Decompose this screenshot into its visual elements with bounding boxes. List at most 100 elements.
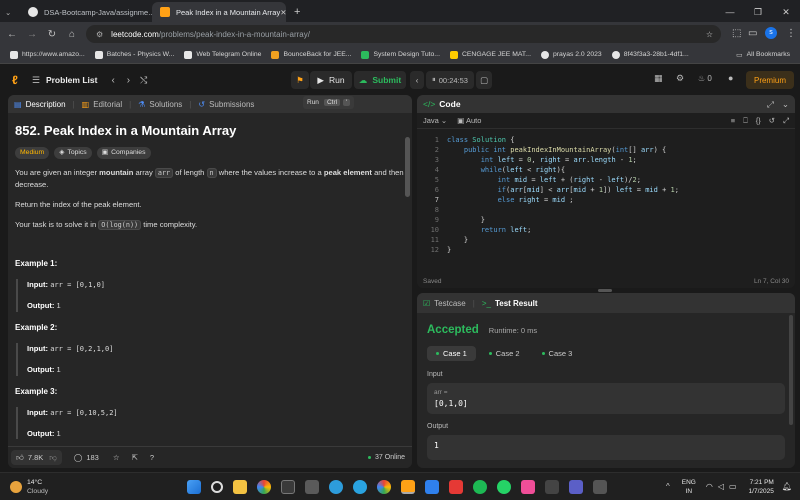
search-icon[interactable] [211, 480, 224, 493]
url-bar[interactable]: ⚙ leetcode.com /problems/peak-index-in-a… [86, 25, 721, 43]
volume-icon[interactable]: ◁ [718, 482, 724, 491]
language-indicator[interactable]: ENG IN [682, 478, 696, 496]
debug-icon[interactable]: ⚑ [291, 71, 309, 89]
thumbs-down-icon[interactable]: 👎︎ [49, 453, 57, 463]
whatsapp-icon[interactable] [497, 479, 512, 494]
media-icon[interactable] [281, 479, 296, 494]
new-tab-button[interactable]: + [286, 2, 308, 22]
tab-test-result[interactable]: >_ Test Result [476, 299, 544, 308]
chrome-icon[interactable] [377, 479, 392, 494]
companies-tag[interactable]: ▣ Companies [96, 147, 151, 159]
tray-chevron-icon[interactable]: ^ [666, 482, 670, 491]
case-tab[interactable]: Case 1 [427, 346, 476, 361]
camera-icon[interactable] [305, 479, 320, 494]
case-tab[interactable]: Case 3 [533, 346, 582, 361]
youtube-icon[interactable] [449, 479, 464, 494]
sidebar-icon[interactable]: ▭ [748, 28, 757, 39]
extensions-icon[interactable]: ⬚ [732, 28, 741, 39]
intellij-icon[interactable] [521, 479, 536, 494]
window-close-icon[interactable]: ✕ [772, 7, 800, 18]
bookmark-item[interactable]: Web Telegram Online [184, 50, 261, 59]
photos-icon[interactable] [257, 479, 272, 494]
profile-avatar[interactable]: s [765, 27, 777, 39]
streak-counter[interactable]: ♨ 0 [698, 74, 712, 83]
browser-tab-github[interactable]: DSA-Bootcamp-Java/assignme... ✕ [20, 2, 152, 22]
bookmark-item[interactable]: 8f43f3a3-28b1-4df1... [611, 50, 689, 59]
menu-icon[interactable]: ⋮ [786, 28, 796, 39]
edge-icon[interactable] [329, 479, 344, 494]
notification-bell-icon[interactable]: 🔔︎ [782, 482, 792, 491]
bookmark-item[interactable]: BounceBack for JEE... [271, 50, 351, 59]
auto-toggle[interactable]: ▣ Auto [457, 116, 481, 125]
forward-icon[interactable]: → [24, 29, 40, 40]
tab-solutions[interactable]: ⚗ Solutions [132, 100, 188, 109]
reload-icon[interactable]: ↻ [44, 29, 60, 40]
chevron-down-icon[interactable]: ⌄ [782, 99, 789, 110]
weather-widget[interactable]: 14°C Cloudy [27, 478, 48, 496]
example-input: arr = [0,2,1,0] [50, 345, 114, 353]
collapse-timer-icon[interactable]: ‹ [410, 71, 424, 89]
clock[interactable]: 7:21 PM 1/7/2025 [749, 478, 774, 496]
timer[interactable]: ⏸ 00:24:53 [426, 71, 474, 89]
tab-search-icon[interactable]: ⌄ [0, 2, 20, 22]
vscode-icon[interactable] [425, 479, 440, 494]
app-icon[interactable] [545, 479, 560, 494]
panel-resize-handle[interactable] [598, 289, 612, 292]
settings-gear-icon[interactable]: ⚙ [676, 73, 684, 84]
premium-button[interactable]: Premium [746, 71, 794, 89]
problem-list-link[interactable]: Problem List [46, 75, 97, 85]
terminal-app-icon[interactable] [593, 479, 608, 494]
comments-button[interactable]: ◯ 183 [74, 453, 99, 462]
scrollbar[interactable] [789, 315, 793, 425]
back-icon[interactable]: ← [4, 29, 20, 40]
bookmark-item[interactable]: Batches - Physics W... [94, 50, 174, 59]
all-bookmarks[interactable]: ▭ All Bookmarks [736, 51, 790, 59]
scrollbar[interactable] [405, 137, 410, 197]
prev-problem-icon[interactable]: ‹ [111, 75, 114, 86]
bookmark-item[interactable]: CENGAGE JEE MAT... [449, 50, 531, 59]
wifi-icon[interactable]: ◠ [706, 482, 713, 491]
site-info-icon[interactable]: ⚙ [96, 30, 103, 39]
code-lines[interactable]: 1 class Solution { 2 public int peakIndex… [417, 135, 795, 255]
avatar[interactable]: ● [728, 73, 733, 83]
tab-testcase[interactable]: ☑ Testcase [417, 299, 472, 308]
tab-description[interactable]: ▤ Description [8, 100, 72, 109]
leetcode-taskbar-icon[interactable] [401, 479, 416, 494]
bookmark-icon[interactable]: ⎕ [743, 116, 748, 126]
bookmark-item[interactable]: prayas 2.0 2023 [540, 50, 602, 59]
maximize-icon[interactable]: ❐ [744, 7, 772, 18]
bookmark-item[interactable]: https://www.amazo... [10, 50, 85, 59]
run-button[interactable]: ▶ Run [310, 71, 352, 89]
bookmark-item[interactable]: System Design Tuto... [361, 50, 440, 59]
expand-icon[interactable]: ⤢ [767, 99, 774, 110]
help-icon[interactable]: ? [150, 453, 154, 462]
bookmark-star-icon[interactable]: ☆ [706, 30, 713, 39]
shuffle-icon[interactable]: ⤭ [140, 75, 147, 86]
file-explorer-icon[interactable] [233, 479, 248, 494]
star-icon[interactable]: ☆ [113, 453, 120, 462]
language-select[interactable]: Java ⌄ [423, 116, 447, 125]
minimize-icon[interactable]: — [716, 7, 744, 17]
leetcode-logo-icon[interactable]: ℓ [12, 73, 18, 87]
next-problem-icon[interactable]: › [127, 75, 130, 86]
browser-tab-leetcode[interactable]: Peak Index in a Mountain Array ✕ [152, 2, 286, 22]
topics-tag[interactable]: ◈ Topics [54, 147, 92, 159]
braces-icon[interactable]: {} [756, 116, 761, 125]
tab-submissions[interactable]: ↺ Submissions [192, 100, 260, 109]
fullscreen-icon[interactable]: ⤢ [783, 116, 789, 126]
telegram-icon[interactable] [353, 479, 368, 494]
format-icon[interactable]: ≡ [731, 116, 735, 125]
submit-button[interactable]: ☁ Submit [354, 71, 406, 89]
teams-icon[interactable] [569, 479, 584, 494]
notes-icon[interactable]: ▢ [476, 71, 492, 89]
home-icon[interactable]: ⌂ [64, 29, 80, 40]
tab-editorial[interactable]: ▥ Editorial [76, 100, 128, 109]
case-tab[interactable]: Case 2 [480, 346, 529, 361]
like-button[interactable]: 👍︎ 7.8K 👎︎ [11, 450, 62, 465]
layout-icon[interactable]: ▦ [654, 73, 663, 84]
windows-start-icon[interactable] [187, 479, 202, 494]
reset-icon[interactable]: ↺ [769, 116, 775, 125]
share-icon[interactable]: ⇱ [132, 453, 138, 462]
spotify-icon[interactable] [473, 479, 488, 494]
battery-icon[interactable]: ▭ [729, 482, 737, 491]
